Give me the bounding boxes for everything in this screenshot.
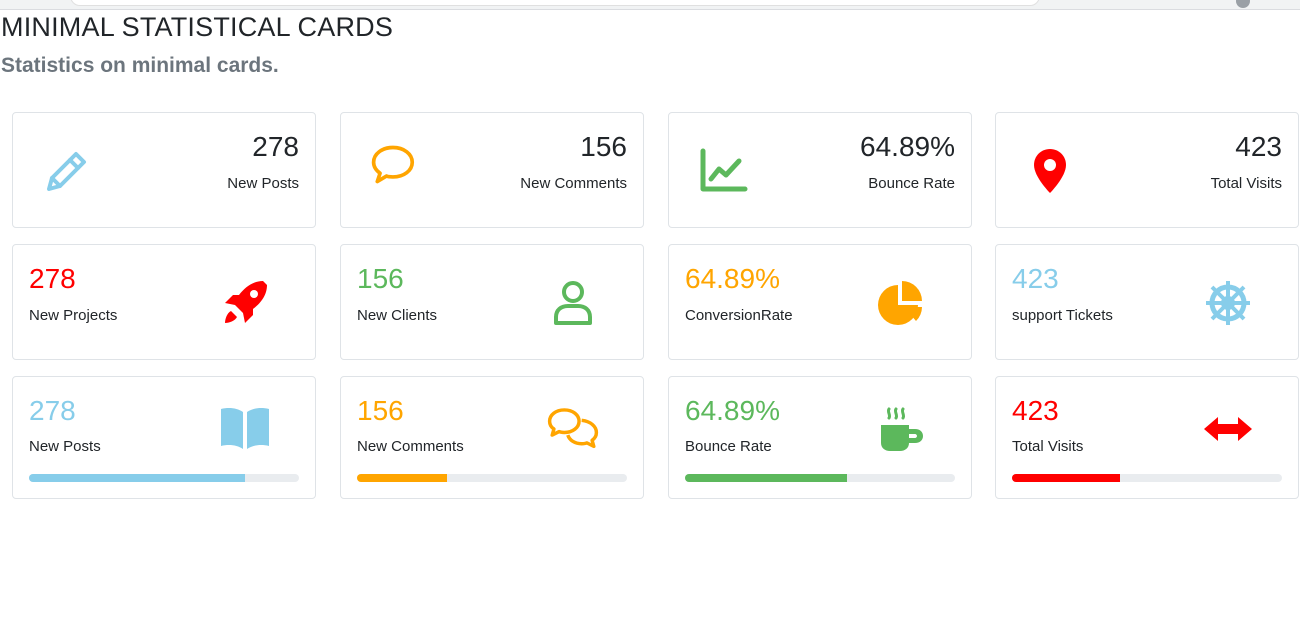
stat-value: 423 xyxy=(1012,263,1059,294)
progress-bar xyxy=(29,474,299,482)
pie-chart-icon xyxy=(875,277,927,329)
page-title: MINIMAL STATISTICAL CARDS xyxy=(1,12,394,42)
stat-value: 156 xyxy=(357,395,404,426)
progress-bar xyxy=(357,474,627,482)
life-ring-icon xyxy=(1202,277,1254,329)
arrows-horizontal-icon xyxy=(1202,403,1254,455)
book-open-icon xyxy=(219,403,271,455)
stat-label: ConversionRate xyxy=(685,307,793,324)
stat-label: Bounce Rate xyxy=(685,438,772,455)
progress-card-bounce-rate: 64.89% Bounce Rate xyxy=(668,376,972,499)
stat-card-bounce-rate: 64.89% Bounce Rate xyxy=(668,112,972,228)
rocket-icon xyxy=(219,277,271,329)
page-subtitle: Statistics on minimal cards. xyxy=(1,54,279,77)
stat-value: 64.89% xyxy=(685,395,780,426)
comments-icon xyxy=(547,403,599,455)
progress-fill xyxy=(685,474,847,482)
coffee-cup-icon xyxy=(875,403,927,455)
stat-value: 423 xyxy=(1012,395,1059,426)
line-chart-icon xyxy=(697,145,749,197)
stat-value: 278 xyxy=(29,263,76,294)
stats-grid: 278 New Posts 156 New Comments 64.89% Bo… xyxy=(12,112,1300,500)
stat-label: Total Visits xyxy=(1012,438,1084,455)
browser-top-strip xyxy=(0,0,1300,10)
progress-fill xyxy=(1012,474,1120,482)
progress-bar xyxy=(685,474,955,482)
pencil-icon xyxy=(41,145,93,197)
progress-card-total-visits: 423 Total Visits xyxy=(995,376,1299,499)
stat-value: 156 xyxy=(357,263,404,294)
stat-label: New Projects xyxy=(29,307,118,324)
stat-value: 64.89% xyxy=(860,131,955,162)
stat-label: Total Visits xyxy=(1210,175,1282,192)
progress-bar xyxy=(1012,474,1282,482)
stat-card-total-visits: 423 Total Visits xyxy=(995,112,1299,228)
stats-row-2: 278 New Projects 156 New Clients 64.89% … xyxy=(12,244,1300,376)
profile-icon[interactable] xyxy=(1236,0,1250,8)
stat-label: New Comments xyxy=(520,175,627,192)
stat-card-conversion-rate: 64.89% ConversionRate xyxy=(668,244,972,360)
address-bar[interactable] xyxy=(70,0,1040,6)
stat-label: Bounce Rate xyxy=(868,175,955,192)
stat-value: 278 xyxy=(29,395,76,426)
map-pin-icon xyxy=(1024,145,1076,197)
stat-card-support-tickets: 423 support Tickets xyxy=(995,244,1299,360)
progress-fill xyxy=(357,474,448,482)
stat-value: 423 xyxy=(1235,131,1282,162)
progress-fill xyxy=(29,474,245,482)
stat-card-new-comments: 156 New Comments xyxy=(340,112,644,228)
stats-row-3: 278 New Posts 156 New Comments 64.89% Bo… xyxy=(12,376,1300,500)
stat-label: support Tickets xyxy=(1012,307,1113,324)
stat-label: New Clients xyxy=(357,307,438,324)
stat-label: New Posts xyxy=(227,175,299,192)
progress-card-new-posts: 278 New Posts xyxy=(12,376,316,499)
speech-bubble-icon xyxy=(369,145,421,197)
stat-value: 278 xyxy=(252,131,299,162)
user-icon xyxy=(547,277,599,329)
progress-card-new-comments: 156 New Comments xyxy=(340,376,644,499)
stat-card-new-projects: 278 New Projects xyxy=(12,244,316,360)
stat-value: 64.89% xyxy=(685,263,780,294)
stat-value: 156 xyxy=(580,131,627,162)
stat-card-new-clients: 156 New Clients xyxy=(340,244,644,360)
stats-row-1: 278 New Posts 156 New Comments 64.89% Bo… xyxy=(12,112,1300,244)
stat-card-new-posts: 278 New Posts xyxy=(12,112,316,228)
stat-label: New Posts xyxy=(29,438,101,455)
stat-label: New Comments xyxy=(357,438,464,455)
